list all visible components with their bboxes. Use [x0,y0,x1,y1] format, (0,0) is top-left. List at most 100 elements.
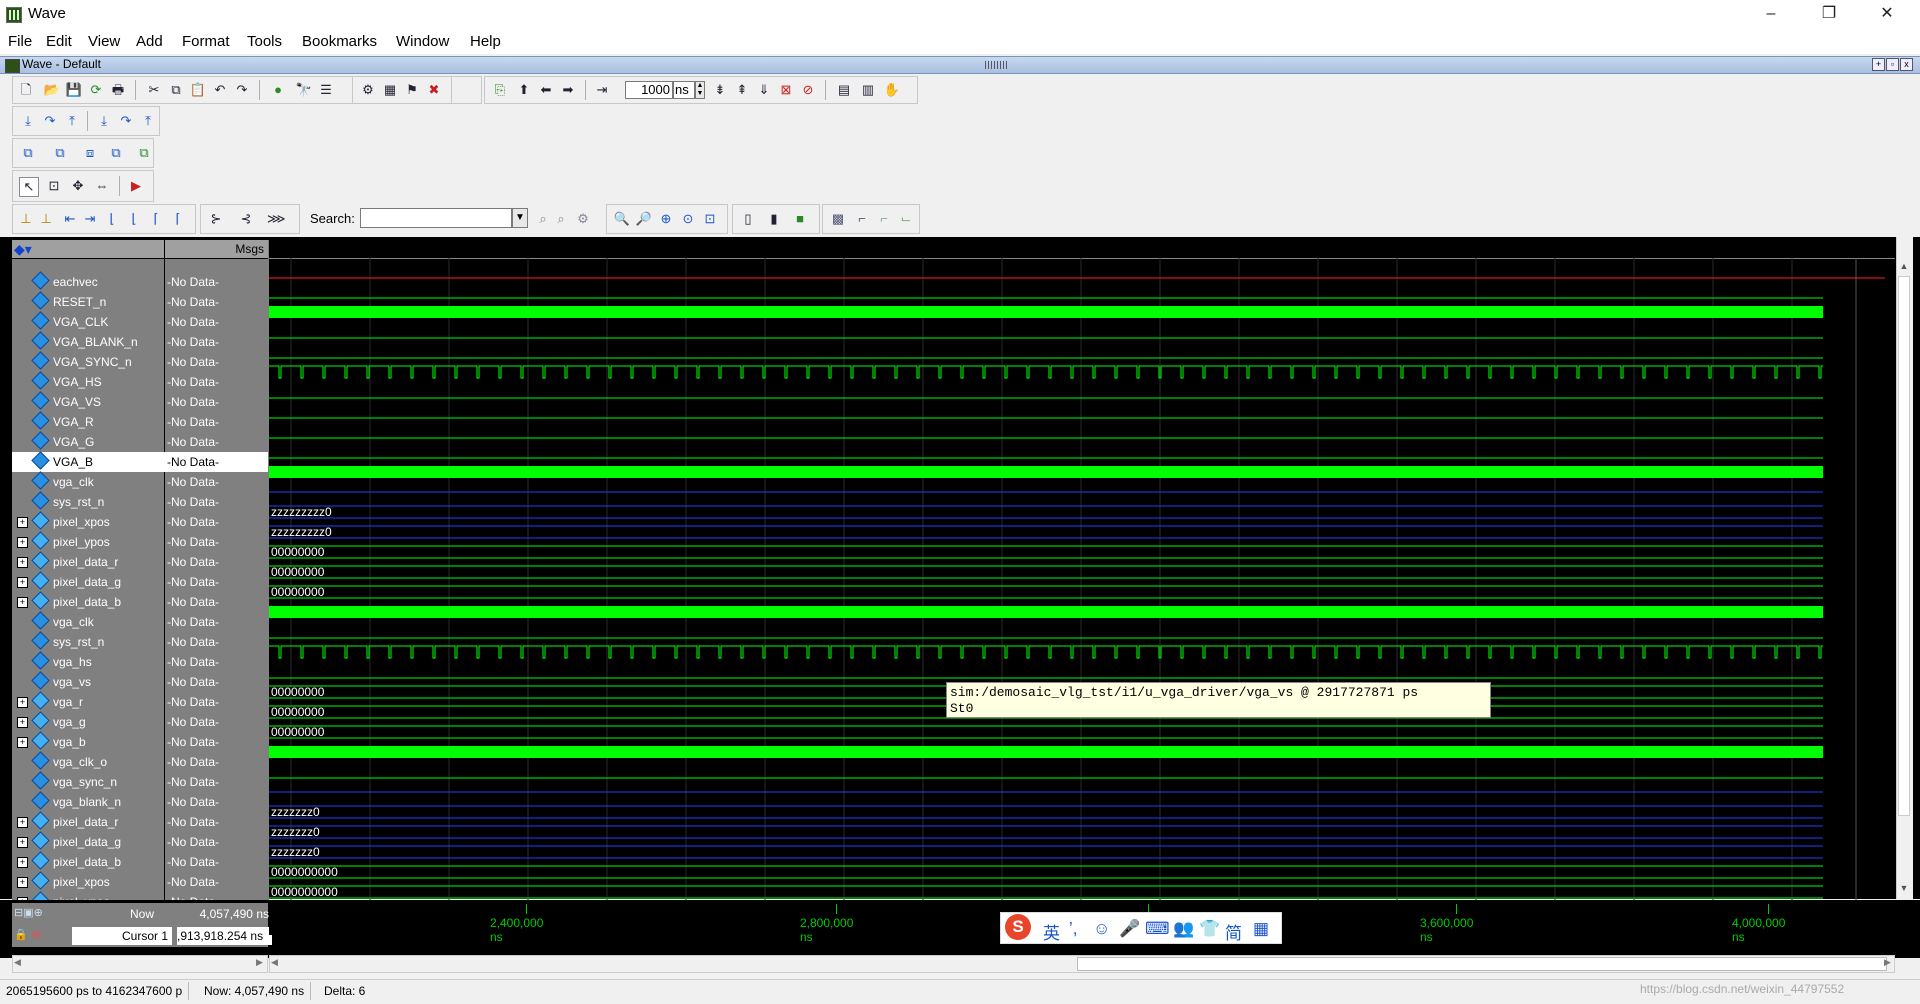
ime-logo-icon[interactable]: S [1005,914,1031,940]
signal-group-icon[interactable]: ◆▾ [14,241,32,258]
signal-row[interactable]: + pixel_data_b -No Data- [12,851,268,872]
signal-row[interactable]: vga_vs -No Data- [12,671,268,692]
wave-hscroll-left-icon[interactable]: ◀ [271,957,278,968]
search-input[interactable] [360,208,512,228]
continue-icon[interactable]: ⇞ [733,81,751,99]
fill-icon[interactable]: ■ [791,210,809,228]
run-length-icon[interactable]: ⇥ [593,81,611,99]
pane-grip-handle[interactable] [985,61,1007,69]
layout-4-icon[interactable]: ⧉ [107,144,125,162]
collapse-icon[interactable]: ⊰ [237,210,255,228]
layout-5-icon[interactable]: ⧉ [135,144,153,162]
now-icons[interactable]: ⊟▣⊕ [14,906,43,919]
break-icon-2[interactable]: ⊠ [777,81,795,99]
undo-icon[interactable]: ↶ [211,81,229,99]
redo-icon[interactable]: ↷ [233,81,251,99]
expand-icon[interactable]: + [17,817,28,828]
bookmark-icon[interactable]: ▩ [829,210,847,228]
compile-icon[interactable]: ⚙ [359,81,377,99]
expand-icon[interactable]: + [17,537,28,548]
signal-row[interactable]: + vga_r -No Data- [12,691,268,712]
signal-row[interactable]: + vga_b -No Data- [12,731,268,752]
paste-icon[interactable]: 📋 [189,81,207,99]
menu-edit[interactable]: Edit [46,33,72,50]
scroll-down-icon[interactable]: ▼ [1896,880,1912,896]
signal-row[interactable]: eachvec -No Data- [12,271,268,292]
zoom-mode-icon[interactable]: ⊡ [45,177,63,195]
run-icon-2[interactable]: ⇟ [711,81,729,99]
expand-icon[interactable]: + [17,737,28,748]
delete-cursor-icon[interactable]: ⊥ [37,210,55,228]
signal-row[interactable]: vga_blank_n -No Data- [12,791,268,812]
restore-button[interactable]: ❐ [1806,0,1852,30]
expand-icon[interactable]: + [17,697,28,708]
signal-row[interactable]: VGA_G -No Data- [12,431,268,452]
run-length-unit[interactable]: ns [673,81,695,99]
cursor-name[interactable]: Cursor 1 [72,927,172,945]
signal-row[interactable]: vga_hs -No Data- [12,651,268,672]
run-length-input[interactable]: 1000 [625,81,673,99]
forward-arrow-icon[interactable]: ➡ [559,81,577,99]
stop-icon[interactable]: ⊘ [799,81,817,99]
pane-dock-icon[interactable]: + [1872,58,1885,71]
up-arrow-icon[interactable]: ⬆ [515,81,533,99]
menu-window[interactable]: Window [396,33,449,50]
ime-skin-icon[interactable]: 👕 [1199,919,1220,939]
step-into-all-icon[interactable]: ⤓ [95,112,113,130]
signal-row[interactable]: vga_clk -No Data- [12,611,268,632]
cursor-lock-icon[interactable]: 🔒 [14,928,28,941]
minimize-button[interactable]: – [1748,0,1794,30]
menu-view[interactable]: View [88,33,120,50]
signal-row[interactable]: VGA_CLK -No Data- [12,311,268,332]
edge-up-icon[interactable]: ⌐ [875,210,893,228]
signal-row[interactable]: + pixel_data_g -No Data- [12,831,268,852]
search-settings-icon[interactable]: ⚙ [574,210,592,228]
run-length-spinner[interactable]: ▲ ▼ [695,81,705,99]
close-button[interactable]: ✕ [1864,0,1910,30]
signal-row[interactable]: + vga_g -No Data- [12,711,268,732]
hscroll-right-icon[interactable]: ▶ [256,957,263,968]
hand-icon[interactable]: ✋ [883,81,901,99]
ime-user-icon[interactable]: 👥 [1173,919,1194,939]
menu-help[interactable]: Help [470,33,501,50]
reload-icon[interactable]: ⟳ [87,81,105,99]
signal-row[interactable]: + pixel_data_r -No Data- [12,811,268,832]
menu-format[interactable]: Format [182,33,230,50]
layout-2-icon[interactable]: ⧉ [51,144,69,162]
cursor-time[interactable]: ,913,918.254 ns [177,927,272,945]
menu-file[interactable]: File [8,33,32,50]
zoom-cursor-icon[interactable]: ⊙ [679,210,697,228]
falling-edge-icon[interactable]: ⌊ [103,210,121,228]
signal-row[interactable]: sys_rst_n -No Data- [12,631,268,652]
signal-row[interactable]: VGA_BLANK_n -No Data- [12,331,268,352]
edit-mode-icon[interactable]: ⇔ [93,177,111,195]
ime-simplified-icon[interactable]: 简 [1225,919,1242,944]
expand-icon[interactable]: + [17,577,28,588]
copy-icon[interactable]: ⧉ [167,81,185,99]
zoom-range-icon[interactable]: ⊡ [701,210,719,228]
expand-icon[interactable]: + [17,717,28,728]
break-icon[interactable]: ✖ [425,81,443,99]
layout-1-icon[interactable]: ⧉ [19,144,37,162]
scroll-up-icon[interactable]: ▲ [1896,258,1912,274]
signal-row[interactable]: RESET_n -No Data- [12,291,268,312]
back-arrow-icon[interactable]: ⬅ [537,81,555,99]
signal-row[interactable]: vga_clk_o -No Data- [12,751,268,772]
wave-hscroll-thumb[interactable] [1077,957,1887,971]
run-all-icon[interactable]: ⇓ [755,81,773,99]
expand-icon[interactable]: + [17,857,28,868]
zoom-full-icon[interactable]: ⊕ [657,210,675,228]
restart-icon[interactable]: ⎘ [491,81,509,99]
split-left-icon[interactable]: ▯ [739,210,757,228]
expand-icon[interactable]: + [17,837,28,848]
menu-bookmarks[interactable]: Bookmarks [302,33,377,50]
prev-edge-icon[interactable]: ⇤ [61,210,79,228]
stop-mode-icon[interactable]: ▶ [127,177,145,195]
pan-mode-icon[interactable]: ✥ [69,177,87,195]
step-over-icon[interactable]: ▥ [859,81,877,99]
pane-undock-icon[interactable]: ▫ [1886,58,1899,71]
falling-edge-2-icon[interactable]: ⌊ [125,210,143,228]
step-over-all-icon[interactable]: ↷ [117,112,135,130]
signal-row[interactable]: + pixel_xpos -No Data- [12,511,268,532]
format-icon[interactable]: ☰ [317,81,335,99]
